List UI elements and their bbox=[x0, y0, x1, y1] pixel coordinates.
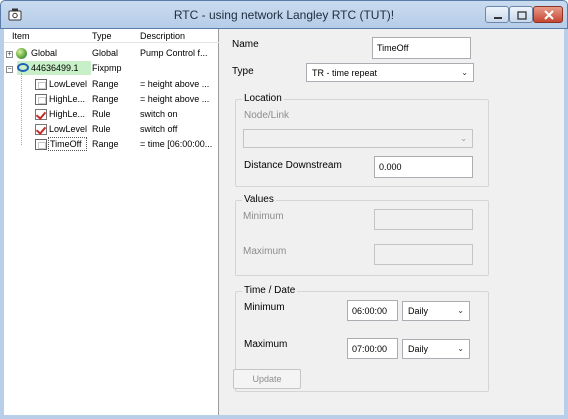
close-icon bbox=[544, 10, 554, 20]
name-label: Name bbox=[232, 39, 259, 50]
globe-icon bbox=[16, 48, 27, 59]
time-minimum-period-value: Daily bbox=[408, 306, 429, 316]
row-description: = height above ... bbox=[140, 94, 210, 104]
window-titlebar: RTC - using network Langley RTC (TUT)! bbox=[0, 0, 568, 29]
tree-row-highlevel-range[interactable]: HighLe... Range = height above ... bbox=[4, 92, 219, 106]
range-icon bbox=[35, 79, 47, 90]
time-maximum-label: Maximum bbox=[244, 339, 288, 350]
tree-row-lowlevel-range[interactable]: LowLevel Range = height above ... bbox=[4, 77, 219, 91]
row-item: HighLe... bbox=[49, 94, 86, 104]
time-maximum-period-select[interactable]: Daily ⌄ bbox=[402, 339, 470, 359]
tree-row-global[interactable]: + Global Global Pump Control f... bbox=[4, 46, 219, 60]
time-minimum-field[interactable]: 06:00:00 bbox=[347, 300, 398, 321]
header-type[interactable]: Type bbox=[92, 31, 112, 41]
tree-row-lowlevel-rule[interactable]: LowLevel Rule switch off bbox=[4, 122, 219, 136]
row-type: Range bbox=[92, 139, 119, 149]
distance-field[interactable]: 0.000 bbox=[374, 156, 473, 178]
expand-toggle[interactable]: + bbox=[6, 51, 13, 58]
row-description: switch off bbox=[140, 124, 178, 134]
time-minimum-period-select[interactable]: Daily ⌄ bbox=[402, 301, 470, 321]
values-minimum-field[interactable] bbox=[374, 209, 473, 230]
row-item: LowLevel bbox=[49, 124, 88, 134]
tree-header: Item Type Description bbox=[4, 29, 219, 43]
window-title: RTC - using network Langley RTC (TUT)! bbox=[173, 8, 395, 22]
rtc-tree-panel: Item Type Description + Global Global Pu… bbox=[4, 29, 219, 415]
row-description: switch on bbox=[140, 109, 178, 119]
row-item: Global bbox=[31, 48, 58, 58]
time-date-title: Time / Date bbox=[242, 285, 298, 296]
row-type: Fixpmp bbox=[92, 63, 122, 73]
distance-label: Distance Downstream bbox=[244, 160, 342, 171]
update-button[interactable]: Update bbox=[233, 369, 301, 389]
values-maximum-label: Maximum bbox=[243, 246, 287, 257]
time-maximum-field[interactable]: 07:00:00 bbox=[347, 338, 398, 359]
node-link-select[interactable]: ⌄ bbox=[243, 129, 473, 148]
header-description[interactable]: Description bbox=[140, 31, 185, 41]
range-icon bbox=[35, 139, 47, 150]
tree-row-pump[interactable]: − 44636499.1 Fixpmp bbox=[4, 61, 219, 75]
collapse-toggle[interactable]: − bbox=[6, 66, 13, 73]
row-item: HighLe... bbox=[49, 109, 86, 119]
row-type: Rule bbox=[92, 109, 111, 119]
range-icon bbox=[35, 94, 47, 105]
pump-icon bbox=[17, 63, 29, 72]
values-minimum-label: Minimum bbox=[243, 211, 284, 222]
maximize-icon bbox=[517, 11, 527, 20]
row-description: = time [06:00:00... bbox=[140, 139, 213, 149]
time-maximum-period-value: Daily bbox=[408, 344, 429, 354]
minimize-button[interactable] bbox=[485, 6, 509, 23]
location-group: Location Node/Link ⌄ Distance Downstream… bbox=[235, 93, 489, 187]
values-maximum-field[interactable] bbox=[374, 244, 473, 265]
tree-row-highlevel-rule[interactable]: HighLe... Rule switch on bbox=[4, 107, 219, 121]
minimize-icon bbox=[494, 17, 502, 19]
close-button[interactable] bbox=[533, 6, 563, 23]
values-title: Values bbox=[242, 194, 276, 205]
chevron-down-icon: ⌄ bbox=[461, 68, 468, 77]
row-item: 44636499.1 bbox=[31, 63, 79, 73]
row-type: Range bbox=[92, 94, 119, 104]
chevron-down-icon: ⌄ bbox=[457, 306, 464, 315]
type-label: Type bbox=[232, 66, 254, 77]
type-select-value: TR - time repeat bbox=[312, 68, 378, 78]
tree-row-timeoff[interactable]: TimeOff Range = time [06:00:00... bbox=[4, 137, 219, 151]
location-title: Location bbox=[242, 93, 284, 104]
rtc-properties-panel: Name TimeOff Type TR - time repeat ⌄ Loc… bbox=[220, 29, 564, 415]
type-select[interactable]: TR - time repeat ⌄ bbox=[306, 63, 474, 82]
name-field[interactable]: TimeOff bbox=[372, 37, 471, 59]
row-item: TimeOff bbox=[50, 139, 82, 149]
row-type: Global bbox=[92, 48, 119, 58]
chevron-down-icon: ⌄ bbox=[460, 134, 467, 143]
values-group: Values Minimum Maximum bbox=[235, 194, 489, 276]
row-type: Rule bbox=[92, 124, 111, 134]
header-item[interactable]: Item bbox=[12, 31, 30, 41]
time-minimum-label: Minimum bbox=[244, 302, 285, 313]
row-description: Pump Control f... bbox=[140, 48, 208, 58]
rule-check-icon bbox=[35, 124, 47, 135]
node-link-label: Node/Link bbox=[244, 110, 290, 121]
maximize-button[interactable] bbox=[509, 6, 533, 23]
rule-check-icon bbox=[35, 109, 47, 120]
row-type: Range bbox=[92, 79, 119, 89]
row-item: LowLevel bbox=[49, 79, 88, 89]
row-description: = height above ... bbox=[140, 79, 210, 89]
chevron-down-icon: ⌄ bbox=[457, 344, 464, 353]
